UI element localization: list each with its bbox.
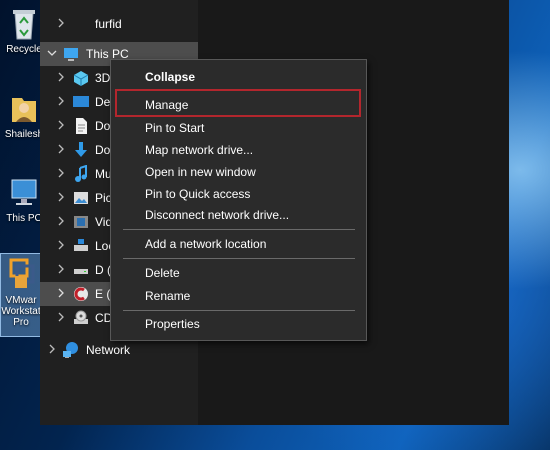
drive-e-icon	[74, 287, 88, 301]
chevron-right-icon	[58, 18, 64, 28]
menu-item-pin-quick-access[interactable]: Pin to Quick access	[145, 187, 250, 201]
nav-item-label: Network	[86, 343, 131, 357]
computer-icon	[11, 179, 37, 205]
downloads-icon	[75, 142, 87, 157]
vmware-label-3: Pro	[13, 317, 29, 328]
videos-icon	[74, 216, 88, 228]
menu-item-open-new-window[interactable]: Open in new window	[145, 165, 256, 179]
desktop-icon	[73, 96, 89, 107]
manage-highlight-box	[115, 89, 361, 117]
menu-separator	[123, 310, 355, 311]
drive-icon	[74, 269, 88, 274]
chevron-right-icon	[58, 288, 64, 298]
recycle-bin-icon	[13, 10, 35, 40]
vmware-icon	[9, 258, 35, 288]
chevron-right-icon	[58, 192, 64, 202]
menu-item-map-network-drive[interactable]: Map network drive...	[145, 143, 253, 157]
chevron-right-icon	[58, 240, 64, 250]
chevron-right-icon	[58, 264, 64, 274]
chevron-right-icon	[58, 144, 64, 154]
desktop-icon-vmware[interactable]: VMwar Workstat Pro	[0, 253, 42, 337]
menu-item-collapse[interactable]: Collapse	[145, 70, 195, 84]
music-icon	[75, 165, 87, 182]
3d-objects-icon	[73, 71, 89, 86]
cd-drive-icon	[74, 310, 88, 324]
chevron-right-icon	[49, 344, 55, 354]
vmware-label-2: Workstat	[1, 306, 41, 317]
nav-item-network[interactable]: Network	[40, 338, 198, 362]
local-disk-icon	[74, 239, 88, 251]
documents-icon	[76, 118, 87, 134]
nav-item-label: Do	[95, 143, 111, 157]
menu-item-pin-to-start[interactable]: Pin to Start	[145, 121, 204, 135]
chevron-right-icon	[58, 120, 64, 130]
menu-item-delete[interactable]: Delete	[145, 266, 180, 280]
menu-item-disconnect-network-drive[interactable]: Disconnect network drive...	[145, 208, 289, 222]
chevron-down-icon	[47, 50, 57, 56]
menu-separator	[123, 229, 355, 230]
chevron-right-icon	[58, 72, 64, 82]
chevron-right-icon	[58, 216, 64, 226]
computer-icon	[64, 48, 78, 61]
pictures-icon	[74, 192, 88, 204]
chevron-right-icon	[58, 96, 64, 106]
network-icon	[63, 342, 78, 358]
nav-item-label: D (	[95, 263, 111, 277]
nav-item-top[interactable]: furfid	[40, 12, 198, 36]
chevron-right-icon	[58, 168, 64, 178]
nav-item-label: furfid	[95, 17, 122, 31]
chevron-right-icon	[58, 312, 64, 322]
menu-separator	[123, 258, 355, 259]
vmware-label-1: VMwar	[5, 295, 37, 306]
menu-item-properties[interactable]: Properties	[145, 317, 200, 331]
user-folder-icon	[12, 98, 36, 122]
nav-item-label: Do	[95, 119, 111, 133]
menu-item-add-network-location[interactable]: Add a network location	[145, 237, 266, 251]
menu-item-rename[interactable]: Rename	[145, 289, 190, 303]
nav-item-label: 3D	[95, 71, 111, 85]
